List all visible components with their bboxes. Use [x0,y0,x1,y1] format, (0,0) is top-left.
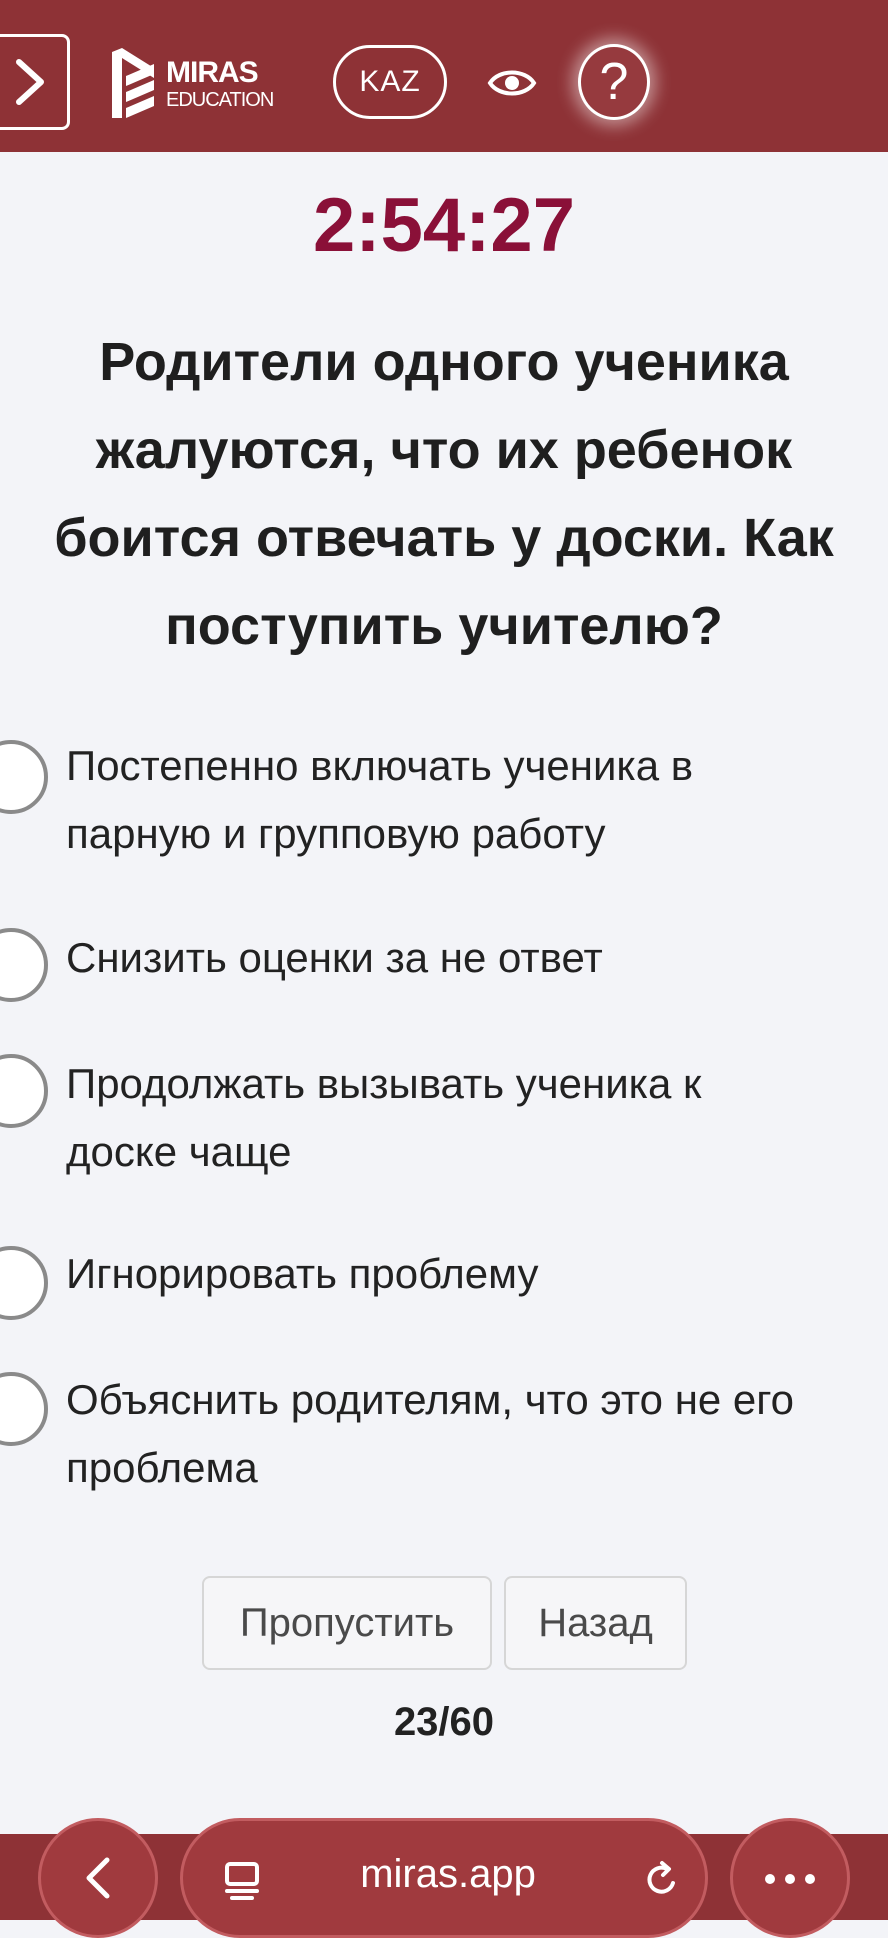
question-icon: ? [599,53,629,111]
answer-line: парную и групповую работу [66,810,606,857]
miras-logo-icon [112,48,154,118]
logo-brand: MIRAS [166,56,259,89]
skip-button[interactable]: Пропустить [202,1576,492,1670]
browser-back-button[interactable] [38,1818,158,1938]
chevron-right-icon [16,59,44,105]
logo-subtitle: EDUCATION [166,89,274,111]
question-line: Родители одного ученика [99,332,789,392]
countdown-timer: 2:54:27 [313,183,575,268]
accessibility-view-button[interactable] [484,58,540,108]
radio-button[interactable] [0,1246,48,1320]
reload-icon[interactable] [639,1857,685,1903]
radio-button[interactable] [0,1054,48,1128]
question-counter: 23/60 [393,1700,495,1744]
language-button[interactable]: KAZ [333,45,447,119]
eye-icon [487,70,537,96]
answer-line: доске чаще [66,1128,292,1175]
answer-label[interactable]: Объяснить родителям, что это не его проб… [66,1366,876,1502]
answer-label[interactable]: Снизить оценки за не ответ [66,924,876,992]
back-arrow-icon [75,1855,121,1901]
answer-line: Объяснить родителям, что это не его [66,1376,795,1423]
app-header: MIRAS EDUCATION KAZ ? [0,0,888,152]
answer-line: Продолжать вызывать ученика к [66,1060,702,1107]
browser-more-button[interactable] [730,1818,850,1938]
question-line: поступить учителю? [165,596,723,656]
radio-button[interactable] [0,1372,48,1446]
radio-button[interactable] [0,928,48,1002]
help-button[interactable]: ? [578,44,650,120]
logo-text: MIRAS EDUCATION [166,56,274,111]
answer-label[interactable]: Игнорировать проблему [66,1240,876,1308]
question-line: жалуются, что их ребенок [95,420,793,480]
answer-line: Постепенно включать ученика в [66,742,694,789]
answer-line: проблема [66,1444,258,1491]
answer-label[interactable]: Постепенно включать ученика в парную и г… [66,732,876,868]
answer-line: Игнорировать проблему [66,1250,539,1297]
url-text: miras.app [360,1852,536,1896]
miras-logo[interactable]: MIRAS EDUCATION [110,44,300,124]
answer-line: Снизить оценки за не ответ [66,934,603,981]
question-line: боится отвечать у доски. Как [54,508,834,568]
radio-button[interactable] [0,740,48,814]
back-button[interactable]: Назад [504,1576,687,1670]
more-icon [755,1861,825,1897]
reader-icon[interactable] [217,1857,267,1903]
sidebar-toggle-button[interactable] [0,34,70,130]
question-text: Родители одного ученика жалуются, что их… [0,318,888,670]
answer-label[interactable]: Продолжать вызывать ученика к доске чаще [66,1050,876,1186]
